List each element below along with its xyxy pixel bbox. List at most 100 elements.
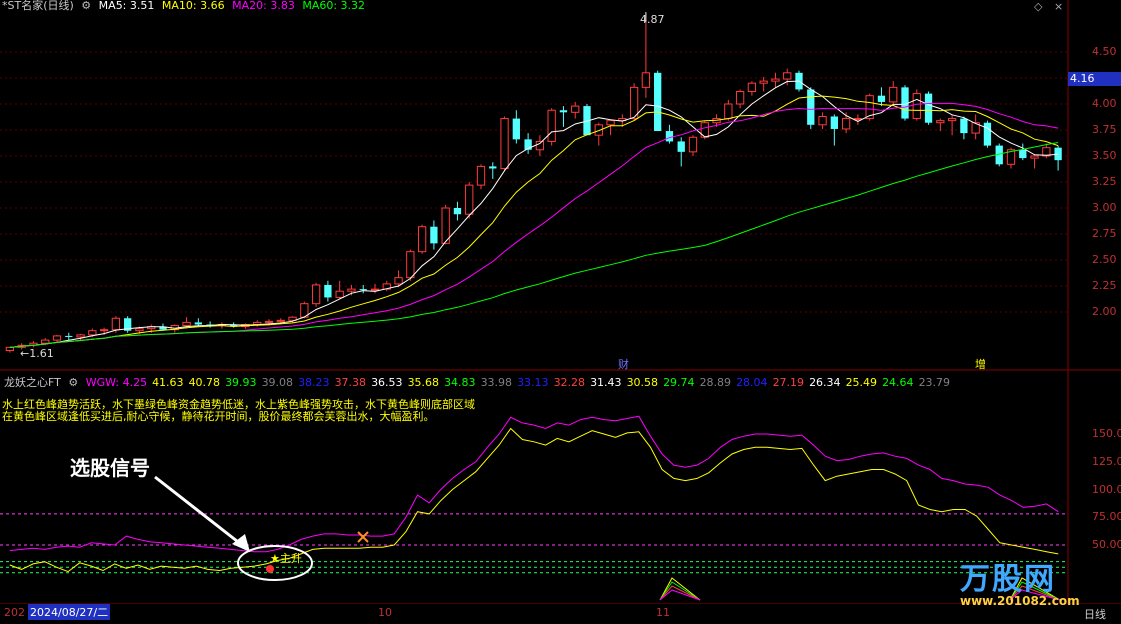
indicator-name[interactable]: 龙妖之心FT — [4, 376, 61, 389]
candle-body — [311, 284, 321, 305]
month-10: 10 — [378, 606, 392, 619]
candle-body — [65, 335, 73, 337]
price-tick-label: 2.25 — [1092, 279, 1117, 292]
indicator-value: 23.79 — [918, 376, 951, 389]
candle-body — [724, 103, 733, 120]
candle-body — [406, 251, 415, 279]
candle-body — [476, 165, 486, 186]
candle-body — [111, 317, 121, 331]
candle-body — [924, 93, 933, 123]
indicator-value: 32.28 — [553, 376, 586, 389]
indicator-value: 34.83 — [444, 376, 476, 389]
indicator-value: 37.38 — [334, 376, 367, 389]
candle-body — [807, 89, 815, 125]
year-stub: 202 — [4, 606, 25, 619]
candle-body — [1019, 149, 1027, 159]
candle-body — [500, 118, 509, 169]
indicator-tick-label: 150.0 — [1092, 427, 1121, 440]
candle-body — [194, 322, 202, 325]
candle-body — [783, 72, 792, 80]
indicator-value: 41.63 — [152, 376, 184, 389]
candle-body — [394, 277, 403, 285]
indicator-value: 33.98 — [480, 376, 513, 389]
indicator-desc-2: 在黄色峰区域逢低买进后,耐心守候，静待花开时间，股价最终都会芙蓉出水，大幅盈利。 — [2, 410, 435, 423]
indicator-value: WGW: 4.25 — [85, 376, 148, 389]
candle-body — [465, 184, 474, 215]
candle-body — [665, 131, 674, 142]
zhusheng-label: ★主升 — [270, 552, 302, 565]
candle-body — [135, 328, 144, 332]
brand-watermark: 万股网 www.201082.com — [960, 554, 1080, 608]
candle-body — [841, 118, 851, 130]
price-chart[interactable] — [0, 0, 1121, 372]
indicator-value: 39.08 — [261, 376, 294, 389]
price-tick-label: 4.50 — [1092, 45, 1117, 58]
indicator-value: 26.34 — [809, 376, 841, 389]
candle-body — [99, 329, 109, 332]
indicator-value: 40.78 — [188, 376, 221, 389]
candle-body — [417, 226, 427, 253]
indicator-tick-label: 125.0 — [1092, 454, 1121, 468]
footer-bar — [0, 604, 1121, 624]
candle-body — [1054, 147, 1062, 161]
price-tick-label: 2.75 — [1092, 227, 1117, 240]
indicator-value: 27.19 — [772, 376, 805, 389]
candle-body — [960, 118, 968, 134]
candle-body — [276, 319, 285, 322]
candle-body — [830, 116, 838, 129]
indicator-value: 30.58 — [626, 376, 659, 389]
indicator-value: 28.04 — [736, 376, 768, 389]
yellow-line — [9, 427, 1059, 573]
candle-body — [889, 86, 898, 103]
ma10-line — [9, 95, 1059, 348]
wgw-line — [9, 415, 1059, 553]
candle-body — [324, 284, 332, 298]
candle-body — [759, 80, 768, 84]
candle-body — [877, 95, 886, 102]
candle-body — [818, 115, 827, 126]
date-cursor: 2024/08/27/二 — [28, 604, 111, 620]
candle-body — [936, 120, 945, 124]
candle-body — [535, 140, 545, 151]
indicator-value: 28.89 — [699, 376, 732, 389]
ma20-line — [9, 102, 1059, 348]
high-price-label: 4.87 — [640, 13, 665, 26]
price-tick-label: 3.75 — [1092, 123, 1117, 136]
low-price-label: ←1.61 — [20, 347, 54, 360]
candle-body — [641, 72, 651, 88]
period-mode[interactable]: 日线 — [1084, 606, 1106, 622]
candle-body — [983, 122, 992, 146]
price-tick-label: 2.00 — [1092, 305, 1117, 318]
brand-url: www.201082.com — [960, 594, 1080, 608]
cai-marker[interactable]: 财 — [618, 356, 629, 372]
candle-body — [735, 91, 745, 105]
indicator-value: 25.49 — [845, 376, 878, 389]
brand-name: 万股网 — [960, 562, 1056, 597]
candle-body — [688, 136, 698, 153]
sell-cross — [357, 531, 369, 543]
price-tick-label: 4.00 — [1092, 97, 1117, 110]
candle-body — [182, 321, 191, 327]
candle-body — [1030, 155, 1039, 159]
indicator-value: 29.74 — [663, 376, 695, 389]
candle-body — [571, 105, 580, 113]
candle-body — [853, 118, 863, 121]
zeng-marker[interactable]: 增 — [975, 356, 986, 372]
candle-body — [747, 82, 757, 93]
indicator-value: 24.64 — [882, 376, 914, 389]
indicator-tick-label: 100.0 — [1092, 482, 1121, 496]
candle-body — [947, 118, 957, 122]
indicator-settings-icon[interactable]: ⚙ — [68, 376, 78, 389]
candle-body — [335, 290, 344, 298]
candle-body — [512, 118, 520, 140]
signal-annotation: 选股信号 — [70, 456, 150, 480]
indicator-tick-label: 50.00 — [1092, 538, 1121, 551]
ma60-line — [9, 142, 1059, 348]
candle-body — [370, 288, 380, 291]
indicator-values: WGW: 4.25 41.63 40.78 39.93 39.08 38.23 37.38 3… — [86, 376, 955, 389]
indicator-value: 33.13 — [517, 376, 549, 389]
candle-body — [453, 208, 462, 215]
candle-body — [606, 120, 615, 126]
candle-body — [654, 72, 662, 132]
price-tick-label: 3.50 — [1092, 149, 1117, 162]
